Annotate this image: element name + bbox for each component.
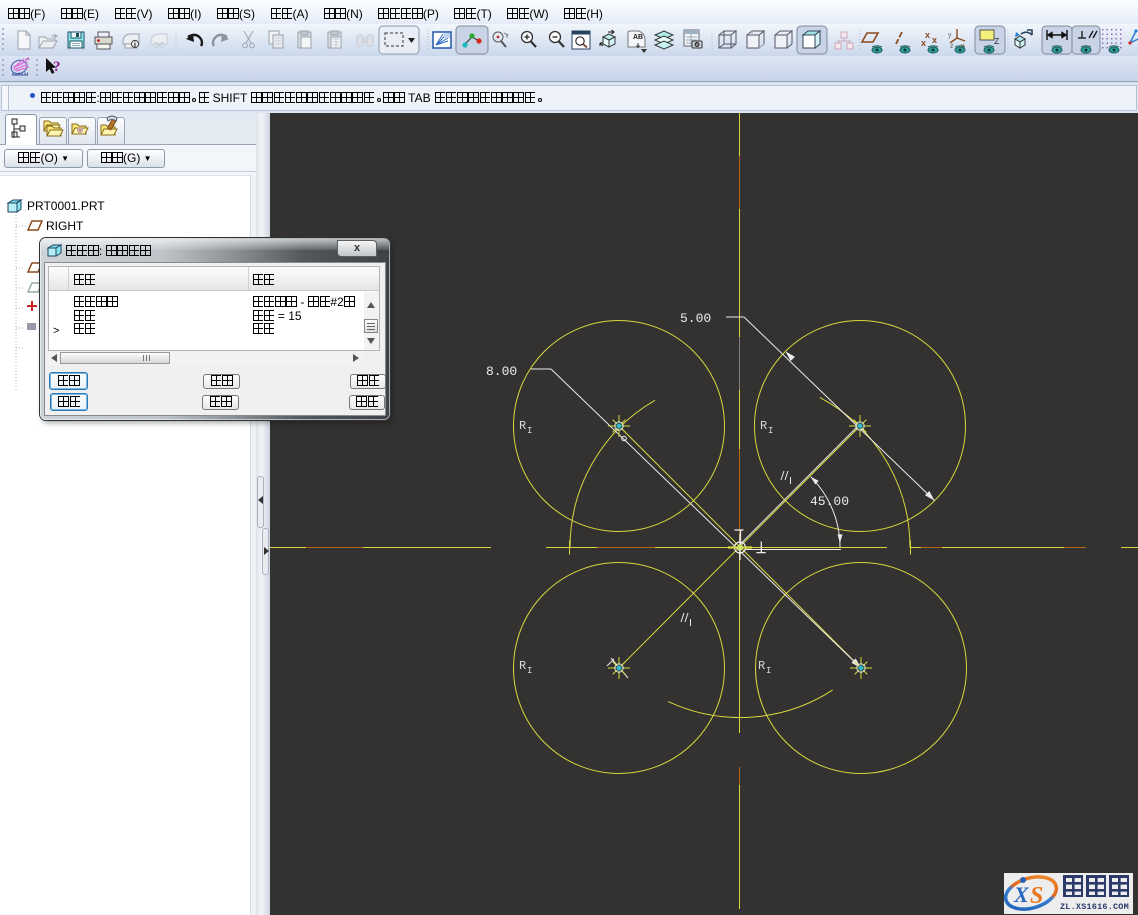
svg-text:45.00: 45.00 bbox=[810, 494, 849, 509]
svg-text:8.00: 8.00 bbox=[486, 364, 517, 379]
svg-text:?: ? bbox=[53, 59, 61, 75]
svg-text:X: X bbox=[1013, 882, 1030, 907]
svg-text:R: R bbox=[758, 659, 765, 673]
svg-text:I: I bbox=[527, 426, 532, 436]
svg-text:S: S bbox=[1030, 883, 1043, 909]
svg-text:I: I bbox=[766, 666, 771, 676]
svg-text:x: x bbox=[921, 38, 926, 48]
svg-text:AB: AB bbox=[633, 34, 643, 41]
svg-text:I: I bbox=[527, 666, 532, 676]
svg-text:R: R bbox=[760, 419, 767, 433]
svg-text:R: R bbox=[519, 659, 526, 673]
svg-text:RIGHT: RIGHT bbox=[46, 219, 84, 233]
svg-text:Z: Z bbox=[994, 37, 1000, 47]
svg-text:5.00: 5.00 bbox=[680, 311, 711, 326]
svg-text:x: x bbox=[932, 35, 937, 45]
svg-text:PRT0001.PRT: PRT0001.PRT bbox=[27, 199, 105, 213]
svg-text:y: y bbox=[948, 32, 952, 39]
svg-text:i: i bbox=[134, 42, 136, 49]
svg-text:R: R bbox=[519, 419, 526, 433]
svg-text:I: I bbox=[768, 426, 773, 436]
svg-text:z: z bbox=[950, 43, 954, 50]
